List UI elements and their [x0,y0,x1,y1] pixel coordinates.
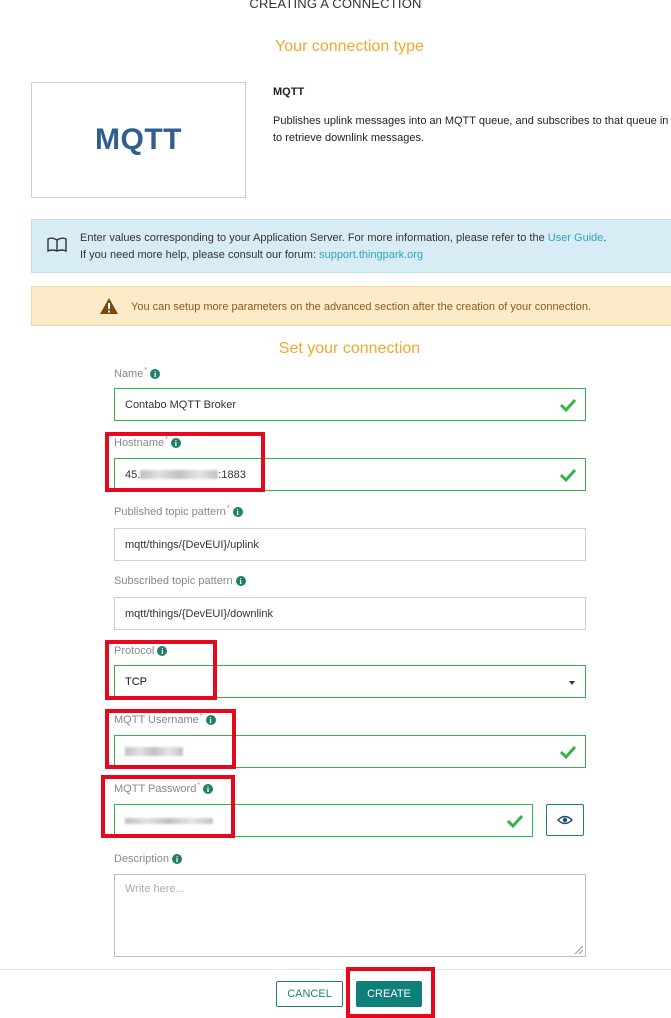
highlight-username [105,709,236,769]
footer-divider [0,969,671,970]
published-topic-label-text: Published topic pattern [114,506,226,518]
info-icon[interactable]: i [235,576,246,586]
info-banner [31,219,671,273]
page-title: CREATING A CONNECTION [249,0,422,11]
user-guide-link[interactable]: User Guide [548,232,604,244]
name-field[interactable]: Contabo MQTT Broker [114,388,586,421]
info-text-1-end: . [603,232,607,244]
reveal-password-button[interactable] [546,804,584,836]
set-connection-heading: Set your connection [278,340,421,357]
connection-type-heading: Your connection type [275,38,424,55]
required-mark: * [144,367,148,374]
eye-icon [557,815,573,825]
published-topic-field[interactable]: mqtt/things/{DevEUI}/uplink [114,528,586,561]
book-icon [47,237,67,253]
forum-link[interactable]: support.thingpark.org [319,249,423,261]
resize-grip-icon[interactable] [573,944,583,954]
info-banner-line-2: If you need more help, please consult ou… [80,249,423,261]
warning-triangle-icon [100,298,118,314]
description-textarea[interactable]: Write here... [114,874,586,957]
connection-type-name: MQTT [273,86,305,98]
subscribed-topic-field[interactable]: mqtt/things/{DevEUI}/downlink [114,597,586,630]
subscribed-topic-value: mqtt/things/{DevEUI}/downlink [125,607,273,620]
subscribed-topic-label: Subscribed topic pattern i [114,575,246,587]
connection-type-description: Publishes uplink messages into an MQTT q… [273,115,669,144]
info-icon[interactable]: i [150,369,161,379]
description-label: Description i [114,853,183,865]
info-banner-line-1: Enter values corresponding to your Appli… [80,232,606,244]
published-topic-label: Published topic pattern * i [114,505,243,518]
name-label: Name * i [114,367,161,380]
highlight-create [346,967,435,1018]
description-label-text: Description [114,853,170,865]
warning-text: You can setup more parameters on the adv… [131,301,592,313]
check-icon [559,468,577,483]
info-icon[interactable]: i [172,854,183,864]
subscribed-topic-label-text: Subscribed topic pattern [114,575,233,587]
mqtt-logo: MQTT [95,123,182,156]
caret-down-icon [569,681,575,685]
name-value: Contabo MQTT Broker [125,398,237,411]
published-topic-value: mqtt/things/{DevEUI}/uplink [125,538,259,551]
info-icon[interactable]: i [232,507,243,517]
check-icon [559,745,577,760]
check-icon [559,398,577,413]
required-mark: * [226,505,230,512]
check-icon [506,814,524,829]
info-text-2: If you need more help, please consult ou… [80,249,320,261]
mqtt-logo-box: MQTT [31,82,246,198]
info-text-1: Enter values corresponding to your Appli… [80,232,548,244]
highlight-hostname [105,432,265,492]
description-placeholder: Write here... [125,883,185,895]
cancel-button[interactable]: CANCEL [276,981,343,1007]
highlight-protocol [105,640,217,700]
highlight-password [101,775,235,838]
name-label-text: Name [114,368,144,380]
